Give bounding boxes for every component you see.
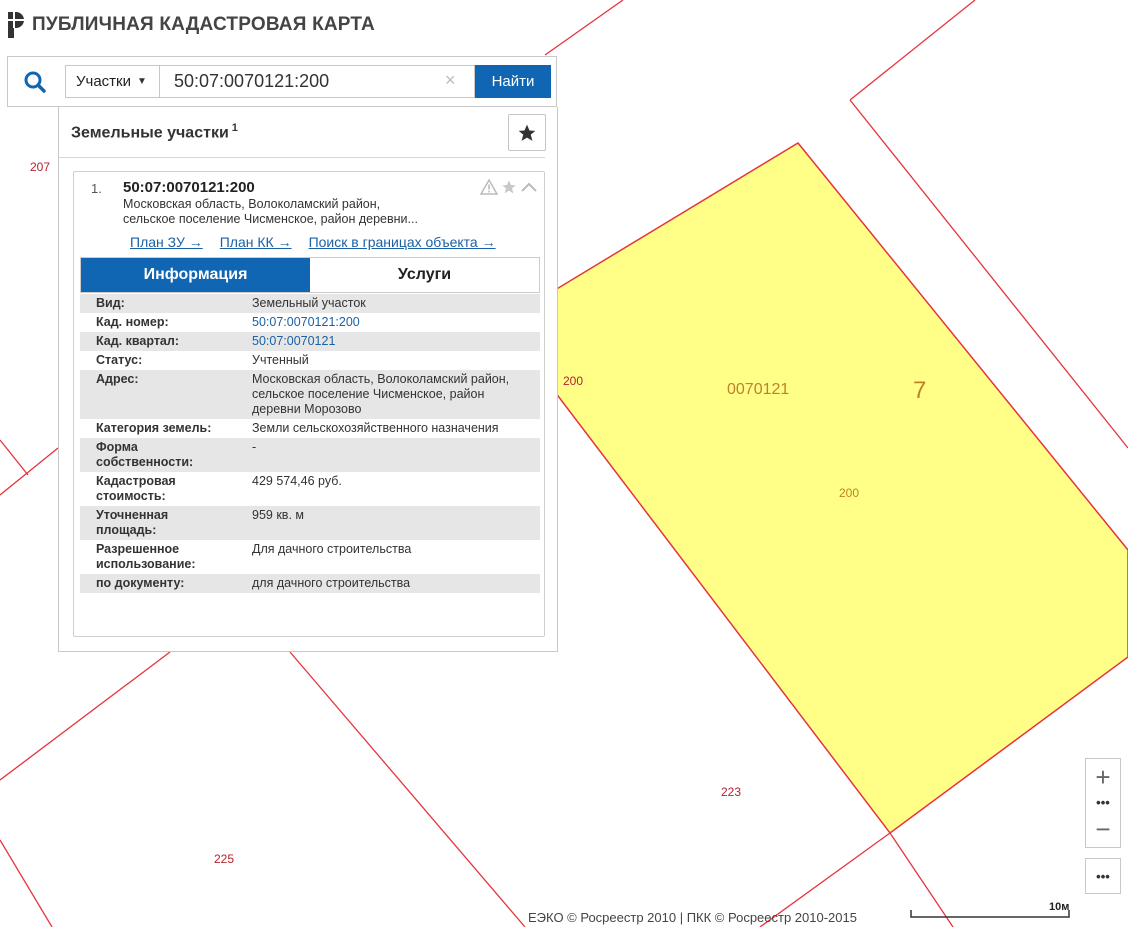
info-key: по документу: xyxy=(96,576,185,590)
info-row: Форма собственности: - xyxy=(80,438,540,472)
rosreestr-logo-icon xyxy=(8,12,24,38)
info-value: Земельный участок xyxy=(252,296,366,310)
favorites-button[interactable] xyxy=(508,114,546,151)
clear-icon[interactable]: × xyxy=(445,70,456,91)
info-row: по документу: для дачного строительства xyxy=(80,574,540,593)
link-plan-zu[interactable]: План ЗУ → xyxy=(130,234,203,250)
search-type-select[interactable]: Участки ▼ xyxy=(65,65,159,98)
map-label-225: 225 xyxy=(214,852,234,866)
info-value: Для дачного строительства xyxy=(252,542,412,556)
info-key: Кад. квартал: xyxy=(96,334,179,348)
search-type-label: Участки xyxy=(76,73,131,90)
info-key: Уточненная площадь: xyxy=(96,508,169,537)
info-row: Адрес: Московская область, Волоколамский … xyxy=(80,370,540,419)
map-attribution: ЕЭКО © Росреестр 2010 | ПКК © Росреестр … xyxy=(528,910,857,925)
result-tabs: Информация Услуги xyxy=(80,257,540,293)
scale-label: 10м xyxy=(1049,901,1070,913)
zoom-control: + ••• − xyxy=(1085,758,1121,848)
map-label-200-a: 200 xyxy=(563,374,583,388)
info-table: Вид: Земельный участок Кад. номер: 50:07:00… xyxy=(80,294,540,593)
info-row: Уточненная площадь: 959 кв. м xyxy=(80,506,540,540)
search-input[interactable] xyxy=(159,65,475,98)
zoom-levels-button[interactable]: ••• xyxy=(1086,795,1120,811)
info-key: Статус: xyxy=(96,353,143,367)
info-key: Кадастровая стоимость: xyxy=(96,474,176,503)
info-value: 959 кв. м xyxy=(252,508,304,522)
info-row: Статус: Учтенный xyxy=(80,351,540,370)
search-icon[interactable] xyxy=(23,70,47,94)
info-value: Земли сельскохозяйственного назначения xyxy=(252,421,499,435)
results-count: 1 xyxy=(231,122,238,134)
results-panel: Земельные участки 1 1. 50:07:0070121:200 … xyxy=(58,107,558,652)
warning-icon[interactable] xyxy=(480,179,498,195)
map-label-7: 7 xyxy=(913,377,926,404)
app-title: ПУБЛИЧНАЯ КАДАСТРОВАЯ КАРТА xyxy=(32,14,375,35)
info-row: Категория земель: Земли сельскохозяйствен… xyxy=(80,419,540,438)
results-title: Земельные участки 1 xyxy=(71,122,238,142)
info-value: - xyxy=(252,440,257,454)
info-value: Учтенный xyxy=(252,353,309,367)
info-value: 429 574,46 руб. xyxy=(252,474,342,488)
result-cadastral-number[interactable]: 50:07:0070121:200 xyxy=(123,179,255,196)
map-label-223: 223 xyxy=(721,785,741,799)
map-label-207: 207 xyxy=(30,160,50,174)
info-value: Московская область, Волоколамский район,… xyxy=(252,372,510,416)
tab-services[interactable]: Услуги xyxy=(310,258,539,292)
link-search-in-bounds[interactable]: Поиск в границах объекта → xyxy=(309,234,496,250)
info-row: Разрешенное использование: Для дачного ст… xyxy=(80,540,540,574)
result-address: Московская область, Волоколамский район,… xyxy=(123,197,463,227)
more-tools-button[interactable]: ••• xyxy=(1085,858,1121,894)
results-header: Земельные участки 1 xyxy=(59,107,546,158)
card-actions xyxy=(480,179,538,195)
result-index: 1. xyxy=(91,181,102,196)
caret-down-icon: ▼ xyxy=(137,76,147,87)
result-card[interactable]: 1. 50:07:0070121:200 Московская область,… xyxy=(73,171,545,637)
zoom-out-button[interactable]: − xyxy=(1086,811,1120,847)
app-header: ПУБЛИЧНАЯ КАДАСТРОВАЯ КАРТА xyxy=(6,12,375,38)
info-row: Вид: Земельный участок xyxy=(80,294,540,313)
link-plan-kk[interactable]: План КК → xyxy=(220,234,292,250)
result-address-line: сельское поселение Чисменское, район дер… xyxy=(123,212,418,226)
search-bar: Участки ▼ × Найти xyxy=(7,56,557,107)
map-label-quarter: 0070121 xyxy=(727,381,789,398)
info-value: для дачного строительства xyxy=(252,576,411,590)
scale-bar xyxy=(910,910,1070,918)
info-row: Кадастровая стоимость: 429 574,46 руб. xyxy=(80,472,540,506)
star-icon xyxy=(518,124,536,141)
result-address-line: Московская область, Волоколамский район, xyxy=(123,197,381,211)
results-title-text: Земельные участки xyxy=(71,124,229,142)
info-key: Форма собственности: xyxy=(96,440,194,469)
info-key: Кад. номер: xyxy=(96,315,169,329)
info-value[interactable]: 50:07:0070121 xyxy=(236,332,540,351)
search-button[interactable]: Найти xyxy=(475,65,551,98)
info-row: Кад. квартал: 50:07:0070121 xyxy=(80,332,540,351)
info-key: Разрешенное использование: xyxy=(96,542,196,571)
result-links: План ЗУ → План КК → Поиск в границах объ… xyxy=(130,234,496,250)
info-key: Категория земель: xyxy=(96,421,212,435)
info-key: Вид: xyxy=(96,296,125,310)
info-value[interactable]: 50:07:0070121:200 xyxy=(236,313,540,332)
star-icon[interactable] xyxy=(500,179,518,195)
chevron-up-icon[interactable] xyxy=(520,179,538,195)
zoom-in-button[interactable]: + xyxy=(1086,759,1120,795)
map-label-200-b: 200 xyxy=(839,486,859,500)
info-key: Адрес: xyxy=(96,372,139,386)
tab-information[interactable]: Информация xyxy=(81,258,310,292)
info-row: Кад. номер: 50:07:0070121:200 xyxy=(80,313,540,332)
